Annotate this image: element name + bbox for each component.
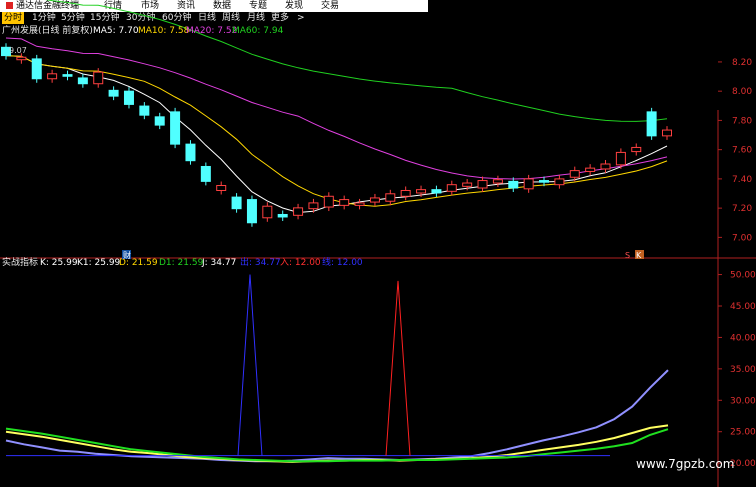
indicator-spike-出: [237, 274, 263, 456]
candle[interactable]: [662, 129, 672, 137]
sub-k-label: K: 25.99: [40, 258, 78, 268]
candle[interactable]: [446, 184, 457, 192]
watermark: www.7gpzb.com: [636, 457, 734, 471]
price-tick-label: 7.20: [732, 204, 752, 214]
candle[interactable]: [477, 180, 488, 189]
ma60-label: MA60: 7.94: [232, 26, 284, 36]
price-tick-label: 8.00: [732, 87, 752, 97]
candle[interactable]: [615, 151, 626, 166]
candle[interactable]: [308, 202, 319, 210]
candle[interactable]: [231, 196, 242, 210]
candle[interactable]: [339, 199, 350, 206]
indicator-tick-label: 30.00: [730, 396, 756, 406]
candle[interactable]: [108, 89, 119, 97]
candle[interactable]: [93, 71, 104, 85]
indicator-axis: 50.0045.0040.0035.0030.0025.0020.00: [718, 271, 756, 469]
sub-chu-label: 出: 34.77: [240, 256, 281, 268]
sub-j-label: J: 34.77: [201, 258, 236, 268]
indicator-line-D: [5, 424, 669, 463]
candle[interactable]: [400, 189, 411, 197]
candle[interactable]: [185, 143, 196, 162]
candle[interactable]: [492, 179, 503, 184]
price-tick-label: 8.20: [732, 58, 752, 68]
candle[interactable]: [569, 170, 580, 178]
candle[interactable]: [431, 189, 442, 194]
candle[interactable]: [139, 105, 150, 116]
cai-marker: 财: [123, 250, 131, 260]
candle[interactable]: [170, 111, 181, 145]
price-tick-label: 7.40: [732, 175, 752, 185]
candle[interactable]: [600, 163, 611, 170]
indicator-tick-label: 50.00: [730, 271, 756, 281]
ma20-label: MA20: 7.52: [186, 26, 237, 36]
ma-line: [45, 0, 668, 122]
sub-legend-title: 实战指标: [2, 256, 38, 268]
indicator-line-D1: [5, 427, 669, 463]
sub-xian-label: 线: 12.00: [322, 256, 363, 268]
candle[interactable]: [216, 185, 227, 191]
candle[interactable]: [585, 167, 596, 172]
indicator-tick-label: 40.00: [730, 333, 756, 343]
candle[interactable]: [262, 205, 273, 219]
candle[interactable]: [354, 202, 365, 206]
candle[interactable]: [508, 180, 519, 189]
kline-chart: 8.20 8.00 7.80 7.60 7.40 7.20 7.00 50.00 45.00 4…: [0, 0, 756, 487]
main-legend-title: 广州发展(日线 前复权): [2, 24, 93, 36]
price-tick-label: 7.60: [732, 146, 752, 156]
indicator-tick-label: 25.00: [730, 428, 756, 438]
indicator-tick-label: 35.00: [730, 365, 756, 375]
indicator-tick-label: 45.00: [730, 302, 756, 312]
candle[interactable]: [385, 193, 396, 202]
candle[interactable]: [47, 73, 58, 80]
ma5-label: MA5: 7.70: [93, 26, 139, 36]
sub-d1-label: D1: 21.59: [159, 258, 204, 268]
candle[interactable]: [277, 213, 288, 218]
candle[interactable]: [200, 165, 211, 182]
candle[interactable]: [523, 178, 534, 190]
candlestick-series[interactable]: [1, 43, 672, 227]
right-marker-k: K: [636, 251, 642, 260]
candle[interactable]: [293, 207, 304, 216]
candle[interactable]: [416, 189, 427, 194]
ma-line: [5, 55, 668, 214]
candle[interactable]: [323, 195, 334, 208]
price-axis: 8.20 8.00 7.80 7.60 7.40 7.20 7.00: [718, 58, 752, 243]
candle[interactable]: [539, 180, 550, 183]
price-tick-label: 7.00: [732, 233, 752, 243]
candle[interactable]: [77, 77, 88, 85]
sub-ru-label: 入: 12.00: [280, 257, 321, 268]
candle[interactable]: [154, 116, 165, 126]
indicator-spike-入: [385, 280, 411, 456]
low-price-label: 9.07: [9, 46, 27, 55]
candle[interactable]: [123, 90, 134, 105]
candle[interactable]: [554, 178, 565, 186]
candle[interactable]: [16, 56, 27, 61]
candle[interactable]: [31, 58, 42, 80]
price-tick-label: 7.80: [732, 116, 752, 126]
indicator-lines: [5, 274, 669, 463]
candle[interactable]: [246, 199, 257, 224]
candle[interactable]: [62, 74, 73, 77]
ma10-label: MA10: 7.58: [138, 26, 190, 36]
sub-k1-label: K1: 25.99: [77, 258, 121, 268]
candle[interactable]: [462, 182, 473, 187]
candle[interactable]: [631, 146, 642, 153]
candle[interactable]: [369, 197, 380, 203]
ma-line: [5, 37, 668, 180]
candle[interactable]: [646, 111, 657, 137]
right-marker-s: S: [625, 251, 630, 260]
